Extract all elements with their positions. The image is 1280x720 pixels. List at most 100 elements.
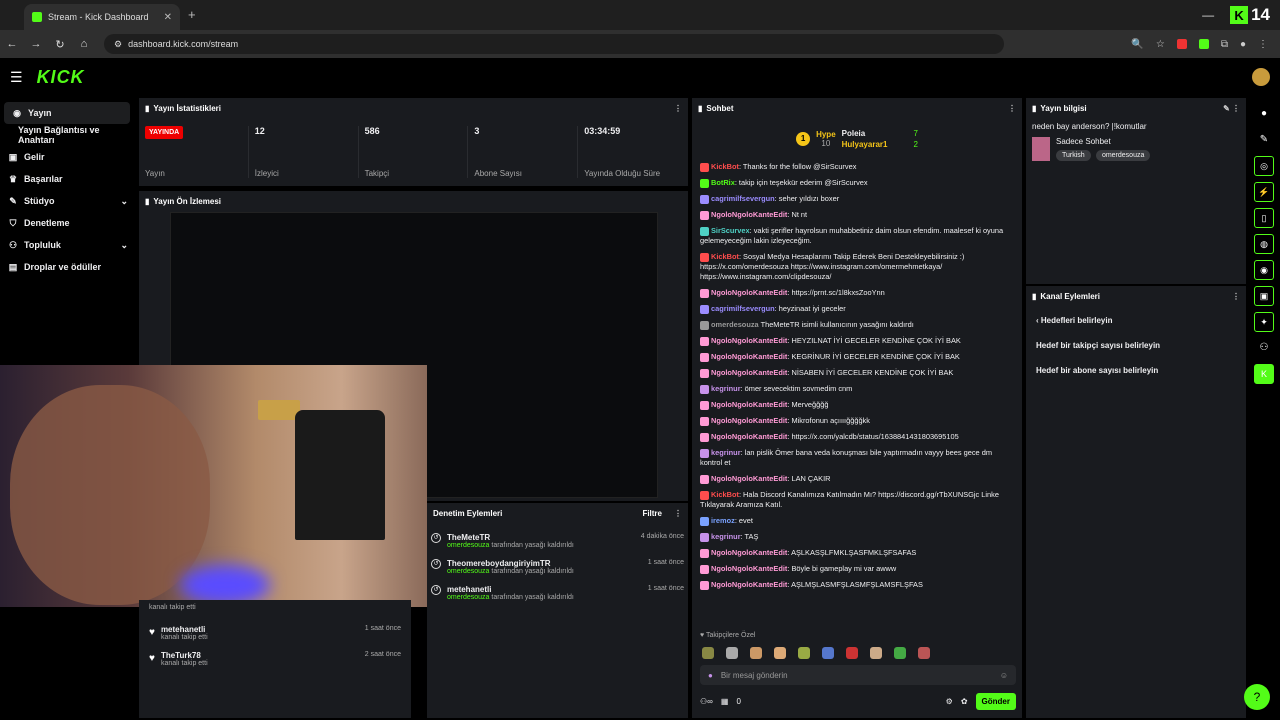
- moderated-user[interactable]: TheomereboydangiriyimTR: [447, 559, 574, 568]
- emote-icon[interactable]: [894, 647, 906, 659]
- kick-logo[interactable]: KICK: [37, 67, 85, 88]
- chat-settings-icon[interactable]: ✿: [961, 697, 968, 706]
- rail-group-icon[interactable]: ⚇: [1254, 338, 1274, 358]
- category-thumbnail[interactable]: [1032, 137, 1050, 161]
- chat-username[interactable]: NgoloNgoloKanteEdit: [711, 336, 787, 345]
- chat-username[interactable]: NgoloNgoloKanteEdit: [711, 400, 787, 409]
- zoom-icon[interactable]: 🔍: [1131, 39, 1143, 50]
- chat-username[interactable]: omerdesouza: [711, 320, 759, 329]
- moderator-name[interactable]: omerdesouza: [447, 594, 489, 601]
- site-info-icon[interactable]: ⚙: [114, 39, 122, 50]
- browser-menu-icon[interactable]: ⋮: [1258, 39, 1268, 50]
- chat-input[interactable]: ● Bir mesaj gönderin ☺: [700, 665, 1016, 685]
- chat-username[interactable]: NgoloNgoloKanteEdit: [711, 368, 787, 377]
- chat-username[interactable]: BotRix: [711, 178, 735, 187]
- browser-tab[interactable]: Stream - Kick Dashboard ✕: [24, 4, 180, 30]
- user-avatar[interactable]: [1252, 68, 1270, 86]
- rail-broadcast-icon[interactable]: ◉: [1254, 260, 1274, 280]
- moderated-user[interactable]: metehanetli: [447, 585, 574, 594]
- settings-icon[interactable]: ⚙: [946, 697, 953, 706]
- emote-icon[interactable]: [798, 647, 810, 659]
- sidebar-item-studyo[interactable]: ✎ Stüdyo ⌄: [0, 190, 136, 212]
- sidebar-item-droplar[interactable]: ▤ Droplar ve ödüller: [0, 256, 136, 278]
- emote-icon[interactable]: [846, 647, 858, 659]
- back-to-goals[interactable]: ‹ Hedefleri belirleyin: [1026, 316, 1246, 325]
- chat-username[interactable]: NgoloNgoloKanteEdit: [711, 288, 787, 297]
- tag-chip[interactable]: omerdesouza: [1095, 150, 1151, 161]
- chat-username[interactable]: kegrinur: [711, 532, 741, 541]
- emote-icon[interactable]: [918, 647, 930, 659]
- emote-icon[interactable]: [702, 647, 714, 659]
- new-tab-button[interactable]: +: [188, 7, 196, 22]
- chat-username[interactable]: KickBot: [711, 162, 739, 171]
- home-icon[interactable]: ⌂: [72, 38, 96, 50]
- sidebar-item-yayin[interactable]: ◉ Yayın: [4, 102, 130, 124]
- sidebar-item-denetleme[interactable]: ⛉ Denetleme: [0, 212, 136, 234]
- chat-username[interactable]: NgoloNgoloKanteEdit: [711, 210, 787, 219]
- more-options-icon[interactable]: ⋮: [674, 104, 682, 113]
- tag-chip[interactable]: Turkish: [1056, 150, 1091, 161]
- chat-username[interactable]: KickBot: [711, 252, 739, 261]
- url-field[interactable]: ⚙ dashboard.kick.com/stream: [104, 34, 1004, 54]
- chat-username[interactable]: KickBot: [711, 490, 739, 499]
- profile-icon[interactable]: ●: [1240, 39, 1246, 50]
- follower-name[interactable]: TheTurk78: [161, 651, 208, 660]
- rail-chat-icon[interactable]: ◍: [1254, 234, 1274, 254]
- send-button[interactable]: Gönder: [975, 693, 1016, 710]
- set-sub-goal-link[interactable]: Hedef bir abone sayısı belirleyin: [1026, 366, 1246, 375]
- close-tab-icon[interactable]: ✕: [164, 12, 172, 23]
- chat-username[interactable]: NgoloNgoloKanteEdit: [711, 548, 787, 557]
- rail-doc-icon[interactable]: ▯: [1254, 208, 1274, 228]
- chat-username[interactable]: NgoloNgoloKanteEdit: [711, 432, 787, 441]
- moderator-name[interactable]: omerdesouza: [447, 568, 489, 575]
- rail-target-icon[interactable]: ◎: [1254, 156, 1274, 176]
- chatters-icon[interactable]: ⚇∞: [700, 697, 713, 706]
- chat-username[interactable]: NgoloNgoloKanteEdit: [711, 416, 787, 425]
- filter-button[interactable]: Filtre: [642, 509, 662, 518]
- follower-name[interactable]: metehanetli: [161, 625, 208, 634]
- set-follower-goal-link[interactable]: Hedef bir takipçi sayısı belirleyin: [1026, 341, 1246, 350]
- rail-pen-icon[interactable]: ✎: [1254, 130, 1274, 150]
- emote-icon[interactable]: [870, 647, 882, 659]
- minimize-icon[interactable]: —: [1202, 8, 1214, 22]
- moderator-name[interactable]: omerdesouza: [447, 542, 489, 549]
- hype-user-1[interactable]: Poleia: [842, 129, 888, 138]
- emoji-picker-icon[interactable]: ☺: [1000, 671, 1008, 680]
- rail-dot-icon[interactable]: ●: [1254, 104, 1274, 124]
- rail-lightning-icon[interactable]: ⚡: [1254, 182, 1274, 202]
- emote-icon[interactable]: [726, 647, 738, 659]
- rail-wrench-icon[interactable]: ✦: [1254, 312, 1274, 332]
- chat-username[interactable]: SirScurvex: [711, 226, 750, 235]
- rail-video-icon[interactable]: ▣: [1254, 286, 1274, 306]
- emote-icon[interactable]: [750, 647, 762, 659]
- gift-icon[interactable]: ▦: [721, 697, 729, 706]
- back-icon[interactable]: ←: [0, 38, 24, 50]
- more-options-icon[interactable]: ⋮: [674, 509, 682, 518]
- sidebar-item-gelir[interactable]: ▣ Gelir: [0, 146, 136, 168]
- chat-username[interactable]: iremoz: [711, 516, 735, 525]
- extensions-icon[interactable]: ⧉: [1221, 39, 1228, 50]
- more-options-icon[interactable]: ⋮: [1008, 104, 1016, 113]
- extension-red-icon[interactable]: [1176, 39, 1187, 49]
- sidebar-item-topluluk[interactable]: ⚇ Topluluk ⌄: [0, 234, 136, 256]
- moderated-user[interactable]: TheMeteTR: [447, 533, 574, 542]
- chat-username[interactable]: kegrinur: [711, 448, 741, 457]
- hamburger-menu-icon[interactable]: ☰: [10, 69, 23, 86]
- microphone-icon[interactable]: ●: [708, 671, 713, 680]
- chat-username[interactable]: cagrimilfsevergun: [711, 304, 775, 313]
- emote-icon[interactable]: [822, 647, 834, 659]
- hype-user-2[interactable]: Hulyayarar1: [842, 140, 888, 149]
- chat-username[interactable]: NgoloNgoloKanteEdit: [711, 352, 787, 361]
- bookmark-star-icon[interactable]: ☆: [1156, 39, 1165, 50]
- chat-username[interactable]: cagrimilfsevergun: [711, 194, 775, 203]
- chat-username[interactable]: NgoloNgoloKanteEdit: [711, 474, 787, 483]
- category-name[interactable]: Sadece Sohbet: [1056, 137, 1153, 146]
- sidebar-item-stream-key[interactable]: Yayın Bağlantısı ve Anahtarı: [0, 124, 136, 146]
- extension-kick-icon[interactable]: [1198, 39, 1209, 49]
- chat-username[interactable]: NgoloNgoloKanteEdit: [711, 564, 787, 573]
- forward-icon[interactable]: →: [24, 38, 48, 50]
- sidebar-item-basarilar[interactable]: ♛ Başarılar: [0, 168, 136, 190]
- help-button-icon[interactable]: ?: [1244, 684, 1270, 710]
- reload-icon[interactable]: ↻: [48, 38, 72, 51]
- chat-username[interactable]: kegrinur: [711, 384, 741, 393]
